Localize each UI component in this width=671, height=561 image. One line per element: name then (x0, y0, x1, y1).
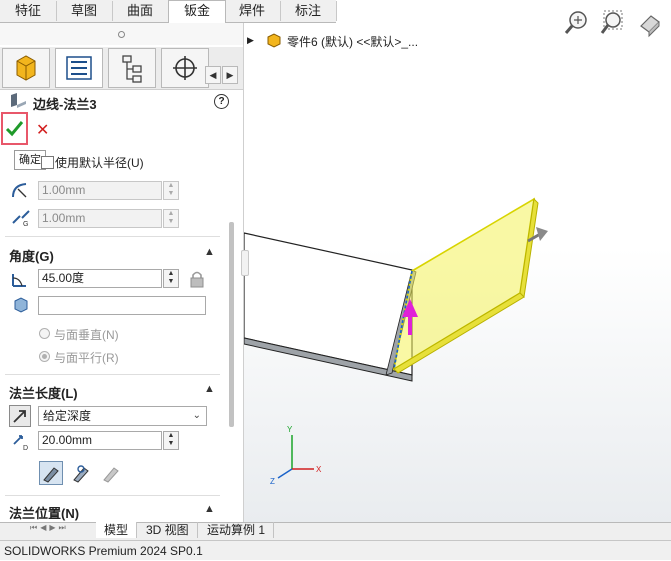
crosshair-icon (173, 56, 197, 80)
flange-angle-icon (12, 274, 26, 287)
zoom-to-fit-icon[interactable] (563, 8, 591, 38)
tab-3d-view[interactable]: 3D 视图 (138, 522, 198, 538)
tab-scroll-arrows[interactable]: ⏮◀▶⏭ (30, 523, 96, 538)
previous-view-icon[interactable] (635, 8, 665, 38)
edge-flange-icon (11, 93, 26, 108)
tab-weldments[interactable]: 焊件 (224, 1, 281, 21)
tangent-bend-icon (103, 467, 119, 483)
tab-motion-study[interactable]: 运动算例 1 (199, 522, 275, 538)
axis-z-label: Z (270, 477, 275, 486)
bend-radius-spinner[interactable]: ▲ ▼ (163, 181, 179, 200)
section-divider (5, 495, 220, 496)
feature-title: 边线-法兰3 (33, 97, 97, 112)
collapse-caret-icon[interactable]: ▲ (204, 246, 215, 258)
tab-model[interactable]: 模型 (96, 522, 138, 538)
outer-virtual-sharp-icon (43, 467, 59, 483)
property-list-icon (66, 56, 92, 80)
inner-virtual-sharp-button[interactable] (69, 461, 93, 485)
cancel-button[interactable]: ✕ (36, 120, 49, 140)
length-section-title[interactable]: 法兰长度(L) (9, 383, 78, 402)
dimxpert-tab[interactable] (161, 48, 209, 88)
collapse-caret-icon[interactable]: ▲ (204, 383, 215, 395)
ok-button[interactable] (1, 112, 28, 145)
use-default-radius-checkbox[interactable] (41, 156, 54, 169)
tab-markup[interactable]: 标注 (280, 1, 337, 21)
reference-face-selection-box[interactable] (38, 296, 206, 315)
collapse-caret-icon[interactable]: ▲ (204, 503, 215, 515)
part-icon (16, 55, 36, 81)
section-divider (5, 236, 220, 237)
flange-length-icon: D (13, 435, 28, 452)
panel-scrollbar[interactable] (229, 222, 234, 427)
lock-icon[interactable] (189, 270, 205, 288)
reference-face-icon (14, 297, 28, 313)
checkmark-icon (5, 121, 24, 137)
perpendicular-label: 与面垂直(N) (54, 328, 119, 342)
inner-virtual-sharp-icon (73, 465, 89, 483)
expand-arrow-icon[interactable]: ▶ (247, 35, 254, 46)
feature-tree-root[interactable]: 零件6 (默认) <<默认>_... (287, 33, 418, 50)
bend-radius-icon (12, 183, 27, 198)
flange-length-field[interactable]: 20.00mm (38, 431, 162, 450)
flange-angle-field[interactable]: 45.00度 (38, 269, 162, 288)
gap-distance-icon: G (12, 210, 30, 227)
angle-section-title[interactable]: 角度(G) (9, 246, 54, 265)
tab-sheet-metal[interactable]: 钣金 (168, 0, 226, 24)
panel-splitter[interactable] (241, 250, 249, 276)
section-divider (5, 374, 220, 375)
perpendicular-radio[interactable] (39, 328, 50, 339)
end-condition-select[interactable]: 给定深度 ⌄ (38, 406, 207, 426)
tab-sketch[interactable]: 草图 (56, 1, 113, 21)
parallel-radio[interactable] (39, 351, 50, 362)
outer-virtual-sharp-button[interactable] (39, 461, 63, 485)
part-icon (267, 33, 281, 48)
tab-features[interactable]: 特征 (0, 1, 57, 21)
svg-text:D: D (23, 445, 28, 452)
svg-text:G: G (23, 221, 28, 227)
configurationmanager-tab[interactable] (108, 48, 156, 88)
help-icon[interactable]: ? (214, 94, 229, 109)
propertymanager-tab[interactable] (55, 48, 103, 88)
zoom-to-area-icon[interactable] (598, 8, 626, 38)
axis-y-label: Y (287, 425, 293, 434)
use-default-radius-label: 使用默认半径(U) (55, 156, 144, 170)
axis-x-label: X (316, 465, 322, 474)
parallel-label: 与面平行(R) (54, 351, 119, 365)
reverse-direction-icon (13, 410, 26, 423)
tangent-bend-button[interactable] (99, 461, 123, 485)
end-condition-value: 给定深度 (43, 409, 92, 423)
gap-distance-spinner[interactable]: ▲ ▼ (163, 209, 179, 228)
flange-angle-spinner[interactable]: ▲ ▼ (163, 269, 179, 288)
featuremanager-tab[interactable] (2, 48, 50, 88)
position-section-title[interactable]: 法兰位置(N) (9, 503, 79, 522)
configuration-tree-icon (122, 55, 142, 83)
gap-distance-field[interactable]: 1.00mm (38, 209, 162, 228)
part-model[interactable]: Y X Z (244, 23, 671, 522)
reverse-direction-button[interactable] (9, 405, 31, 427)
flange-length-spinner[interactable]: ▲ ▼ (163, 431, 179, 450)
grip-dot (118, 31, 125, 38)
tab-surfaces[interactable]: 曲面 (112, 1, 169, 21)
tabs-scroll-right[interactable]: ▶ (222, 66, 238, 84)
tabs-scroll-left[interactable]: ◀ (205, 66, 221, 84)
status-bar: SOLIDWORKS Premium 2024 SP0.1 (0, 540, 671, 560)
chevron-down-icon: ⌄ (192, 410, 201, 421)
bend-radius-field[interactable]: 1.00mm (38, 181, 162, 200)
